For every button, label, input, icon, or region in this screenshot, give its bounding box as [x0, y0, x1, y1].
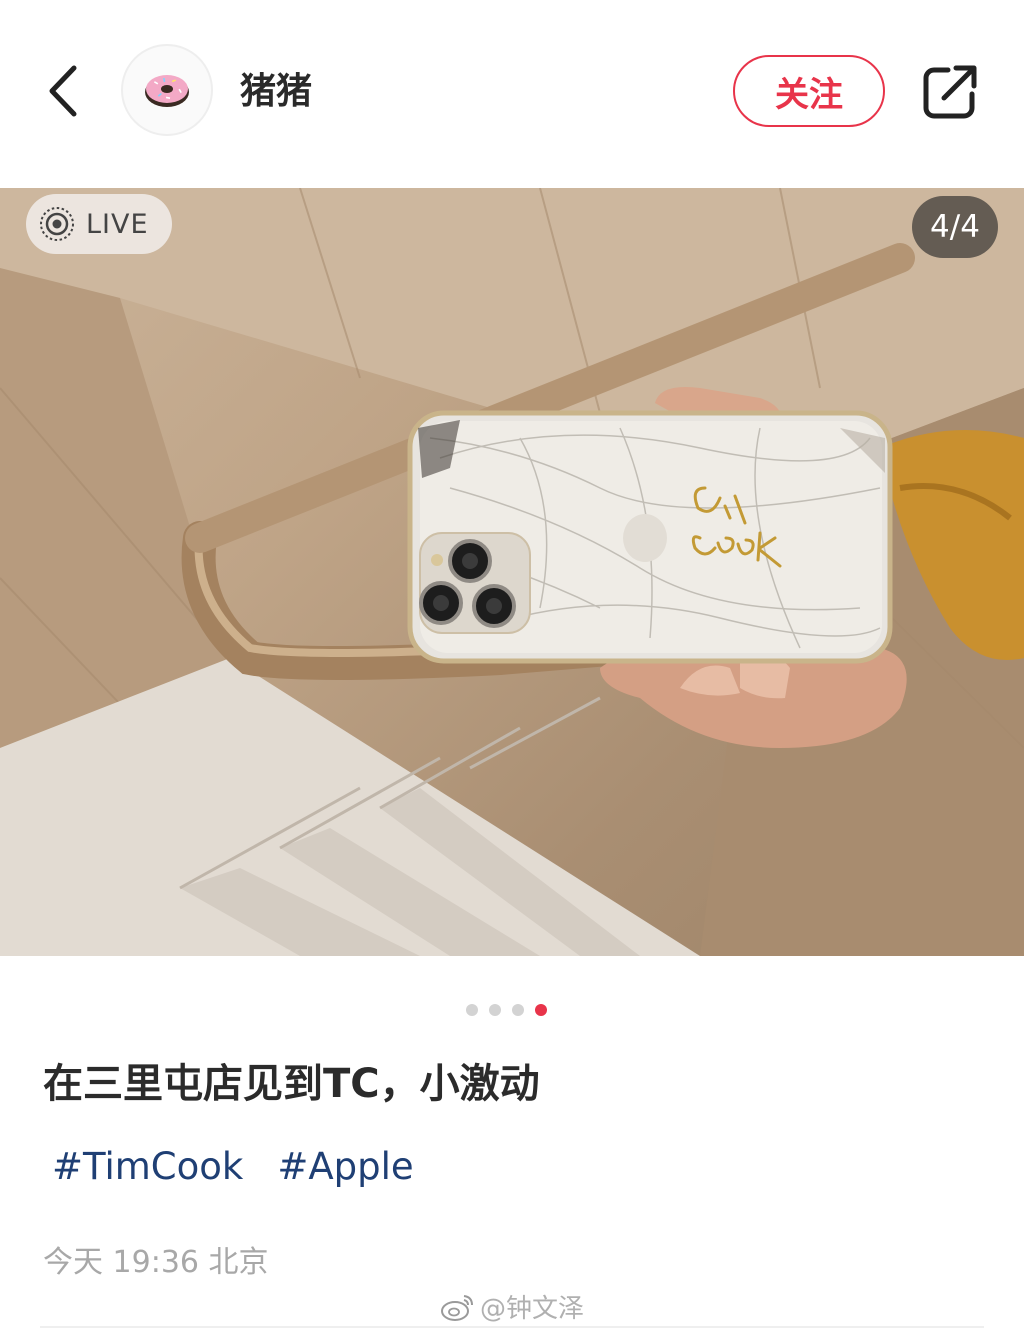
- post-tags: #TimCook #Apple: [52, 1142, 414, 1192]
- avatar[interactable]: [121, 44, 213, 136]
- share-button[interactable]: [918, 60, 982, 124]
- watermark: @钟文泽: [440, 1288, 584, 1325]
- photo-pagination: [466, 1004, 547, 1016]
- pagination-dot-active[interactable]: [535, 1004, 547, 1016]
- post-photo[interactable]: LIVE 4/4: [0, 188, 1024, 956]
- pagination-dot[interactable]: [489, 1004, 501, 1016]
- watermark-text: @钟文泽: [480, 1294, 585, 1324]
- live-photo-icon: [40, 207, 74, 241]
- divider: [40, 1326, 984, 1328]
- live-label: LIVE: [86, 208, 149, 240]
- tag-link[interactable]: #Apple: [277, 1142, 413, 1192]
- pagination-dot[interactable]: [512, 1004, 524, 1016]
- weibo-icon: [441, 1294, 473, 1321]
- pagination-dot[interactable]: [466, 1004, 478, 1016]
- post-header: 猪猪 关注: [0, 0, 1024, 188]
- post-meta: 今天 19:36 北京: [43, 1245, 269, 1280]
- donut-icon: [145, 75, 189, 107]
- share-external-icon: [923, 65, 977, 119]
- back-button[interactable]: [40, 58, 100, 124]
- live-photo-badge[interactable]: LIVE: [26, 194, 172, 254]
- tag-link[interactable]: #TimCook: [52, 1142, 243, 1192]
- follow-button[interactable]: 关注: [733, 55, 885, 127]
- photo-scene: [0, 188, 1024, 956]
- photo-counter: 4/4: [912, 196, 998, 258]
- post-title: 在三里屯店见到TC，小激动: [43, 1061, 540, 1107]
- username[interactable]: 猪猪: [240, 66, 312, 118]
- chevron-left-icon: [49, 65, 77, 117]
